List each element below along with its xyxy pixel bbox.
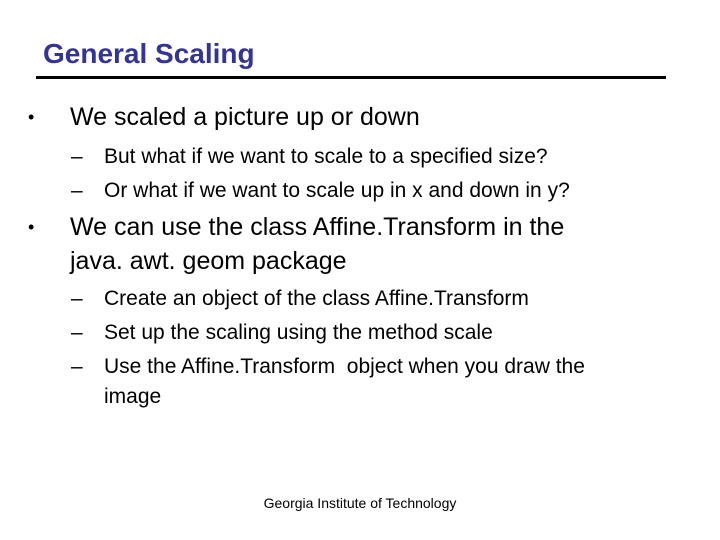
slide-footer: Georgia Institute of Technology <box>263 495 457 511</box>
bullet-2-text-line-1: We can use the class Affine.Transform in… <box>70 213 565 241</box>
bullet-2: • We can use the class Affine.Transform … <box>28 212 565 243</box>
dash-icon: – <box>71 287 83 310</box>
bullet-icon: • <box>28 107 35 127</box>
bullet-2-text-line-2: java. awt. geom package <box>70 247 347 275</box>
dash-icon: – <box>71 145 83 168</box>
sub-bullet-2-1: – Create an object of the class Affine.T… <box>71 285 529 312</box>
sub-bullet-text: Use the Affine.Transform object when you… <box>104 355 585 378</box>
title-underline <box>36 76 666 79</box>
bullet-icon: • <box>28 217 35 237</box>
sub-bullet-text: Create an object of the class Affine.Tra… <box>104 287 529 310</box>
slide-title: General Scaling <box>43 38 255 69</box>
bullet-2-continuation: java. awt. geom package <box>70 246 347 277</box>
sub-bullet-text: image <box>104 385 162 408</box>
sub-bullet-text: Or what if we want to scale up in x and … <box>104 179 570 202</box>
dash-icon: – <box>71 355 83 378</box>
sub-bullet-text: Set up the scaling using the method scal… <box>104 321 493 344</box>
sub-bullet-text: But what if we want to scale to a specif… <box>104 145 548 168</box>
bullet-1: • We scaled a picture up or down <box>28 102 420 133</box>
dash-icon: – <box>71 179 83 202</box>
sub-bullet-1-2: – Or what if we want to scale up in x an… <box>71 177 570 204</box>
sub-bullet-2-3: – Use the Affine.Transform object when y… <box>71 353 585 380</box>
sub-bullet-2-3-continuation: image <box>104 383 161 410</box>
sub-bullet-2-2: – Set up the scaling using the method sc… <box>71 319 493 346</box>
sub-bullet-1-1: – But what if we want to scale to a spec… <box>71 143 548 170</box>
dash-icon: – <box>71 321 83 344</box>
bullet-1-text: We scaled a picture up or down <box>70 103 420 131</box>
